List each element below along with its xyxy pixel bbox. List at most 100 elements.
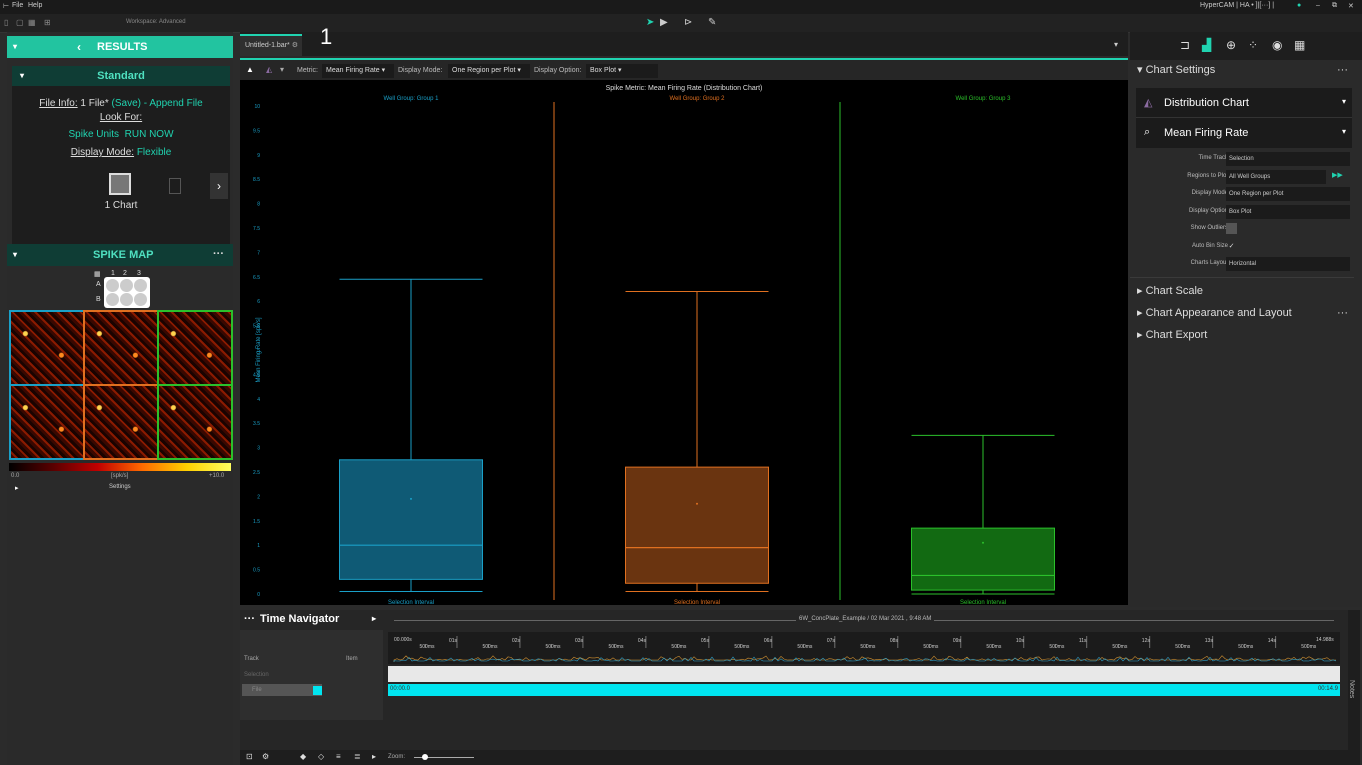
well-b3[interactable] — [134, 293, 147, 306]
fit-icon[interactable]: ⊡ — [246, 752, 253, 761]
time-navigator-header[interactable]: ··· Time Navigator ▸ — [240, 610, 383, 630]
workspace-label[interactable]: Workspace: Advanced — [126, 19, 186, 25]
metric-dropdown[interactable]: Mean Firing Rate ▾ — [322, 64, 394, 78]
spike-map-header[interactable]: ▾ SPIKE MAP ··· — [7, 244, 233, 266]
display-mode-value[interactable]: Flexible — [137, 147, 171, 158]
well-b2[interactable] — [120, 293, 133, 306]
standard-header[interactable]: ▾ Standard — [12, 66, 230, 86]
scatter-icon[interactable]: ⁘ — [1248, 38, 1258, 52]
file-track-color[interactable] — [313, 686, 322, 695]
chart-scale-section[interactable]: ▸ Chart Scale — [1130, 281, 1354, 301]
setting-value[interactable] — [1226, 223, 1237, 234]
scale-min: 0.0 — [11, 473, 20, 479]
chart-export-section[interactable]: ▸ Chart Export — [1130, 325, 1354, 345]
chart-type-dropdown-icon[interactable]: ▾ — [1342, 97, 1346, 106]
heatmap-well-b2[interactable] — [83, 384, 159, 460]
new-file-icon[interactable]: ▯ — [4, 18, 8, 27]
item-header: Item — [346, 656, 358, 662]
setting-value[interactable]: ✓ — [1226, 241, 1237, 252]
setting-value[interactable]: Selection — [1226, 152, 1350, 166]
chart-type-value[interactable]: Distribution Chart — [1164, 97, 1249, 109]
tab-menu-icon[interactable]: ▾ — [1114, 40, 1118, 49]
layout-icon[interactable]: ⊞ — [44, 18, 51, 27]
chart-settings-header[interactable]: ▾ Chart Settings ··· — [1130, 60, 1354, 80]
range-tool-icon[interactable]: ⊳ — [684, 17, 692, 28]
metric-value[interactable]: Mean Firing Rate — [1164, 127, 1248, 139]
chart-thumbnail[interactable] — [109, 173, 131, 195]
restore-icon[interactable]: ⧉ — [1332, 2, 1337, 10]
metric-dropdown-icon[interactable]: ▾ — [1342, 127, 1346, 136]
run-now-link[interactable]: RUN NOW — [125, 129, 174, 140]
well-a1[interactable] — [106, 279, 119, 292]
marker-tool-icon[interactable]: ✎ — [708, 17, 716, 28]
stack-icon[interactable]: ≡ — [336, 752, 341, 761]
collapse-icon[interactable]: ▾ — [13, 42, 17, 51]
chart-thumbnail-inactive[interactable] — [169, 178, 181, 194]
heatmap-well-a3[interactable] — [157, 310, 233, 386]
selection-interval[interactable] — [388, 666, 1340, 682]
save-icon[interactable]: ▦ — [28, 18, 36, 27]
well-b1[interactable] — [106, 293, 119, 306]
user-icon[interactable]: ● — [1297, 2, 1301, 9]
close-icon[interactable]: ✕ — [1348, 2, 1354, 10]
menu-help[interactable]: Help — [28, 2, 42, 9]
collapse-icon[interactable]: ▾ — [13, 250, 17, 259]
append-file-link[interactable]: - Append File — [144, 98, 203, 109]
next-arrow-icon[interactable]: › — [210, 173, 228, 199]
import-icon[interactable]: ⊐ — [1180, 38, 1190, 52]
more-icon[interactable]: ··· — [244, 613, 255, 625]
grid-icon[interactable]: ▦ — [1294, 38, 1305, 52]
plate-map[interactable] — [104, 277, 150, 308]
back-icon[interactable]: ‹ — [77, 40, 81, 54]
apply-regions-icon[interactable]: ▶▶ — [1332, 171, 1343, 179]
spike-map-settings[interactable]: Settings — [109, 484, 131, 490]
layers-icon[interactable]: ◇ — [318, 752, 324, 761]
collapse-icon[interactable]: ▾ — [20, 66, 24, 86]
minimize-icon[interactable]: – — [1316, 2, 1320, 9]
heatmap-well-a2[interactable] — [83, 310, 159, 386]
more-icon[interactable]: ··· — [213, 248, 224, 260]
more-icon[interactable]: ··· — [1337, 303, 1348, 323]
display-option-dropdown[interactable]: Box Plot ▾ — [586, 64, 658, 78]
setting-value[interactable]: One Region per Plot — [1226, 187, 1350, 201]
well-a3[interactable] — [134, 279, 147, 292]
target-icon[interactable]: ◉ — [1272, 38, 1282, 52]
spike-units-link[interactable]: Spike Units — [68, 129, 119, 140]
appearance-section[interactable]: ▸ Chart Appearance and Layout ··· — [1130, 303, 1354, 323]
notes-sidebar[interactable]: Notes — [1348, 610, 1360, 765]
file-track-row[interactable]: File — [242, 684, 322, 696]
settings-expand-icon[interactable]: ▸ — [15, 484, 19, 492]
results-header[interactable]: ▾ ‹ RESULTS — [7, 36, 233, 58]
heatmap-well-b3[interactable] — [157, 384, 233, 460]
open-file-icon[interactable]: ▢ — [16, 18, 24, 27]
collapse-up-icon[interactable]: ▲ — [246, 65, 254, 74]
heatmap-well-a1[interactable] — [9, 310, 85, 386]
setting-value[interactable]: Horizontal — [1226, 257, 1350, 271]
menu-file[interactable]: File — [12, 2, 23, 9]
layer-icon[interactable]: ◆ — [300, 752, 306, 761]
distribution-chart[interactable]: Spike Metric: Mean Firing Rate (Distribu… — [240, 80, 1128, 606]
file-start-time: 00:00.0 — [390, 686, 411, 692]
settings-icon[interactable]: ⚙ — [262, 752, 269, 761]
chart-icon[interactable]: ▟ — [1202, 38, 1211, 52]
heatmap-well-b1[interactable] — [9, 384, 85, 460]
zoom-icon[interactable]: ⊕ — [1226, 38, 1236, 52]
select-tool-icon[interactable]: ➤ — [646, 17, 654, 28]
more-icon[interactable]: ··· — [1337, 60, 1348, 80]
setting-value[interactable]: Box Plot — [1226, 204, 1350, 219]
file-interval[interactable]: 00:00.0 00:14.9 — [388, 684, 1340, 696]
timeline[interactable]: 01s 02s 03s 04s 05s 06s 07s 08s 09s 10s 11s 12s 13s 1… — [386, 630, 1344, 720]
expand-icon[interactable]: ▸ — [372, 614, 376, 623]
zoom-slider-handle[interactable] — [422, 754, 428, 760]
play-icon[interactable]: ▸ — [372, 752, 376, 761]
stack-alt-icon[interactable]: ≣ — [354, 752, 361, 761]
display-mode-dropdown[interactable]: One Region per Plot ▾ — [448, 64, 530, 78]
setting-value[interactable]: All Well Groups — [1226, 169, 1326, 184]
tab-untitled-1[interactable]: Untitled-1.bar* ⚙ — [240, 34, 302, 56]
pointer-tool-icon[interactable]: ▶ — [660, 17, 668, 28]
save-link[interactable]: (Save) — [112, 98, 141, 109]
well-a2[interactable] — [120, 279, 133, 292]
tab-settings-icon[interactable]: ⚙ — [292, 42, 298, 49]
chart-type-dropdown-icon[interactable]: ▾ — [280, 65, 284, 74]
distribution-chart-icon[interactable]: ◭ — [266, 65, 272, 74]
